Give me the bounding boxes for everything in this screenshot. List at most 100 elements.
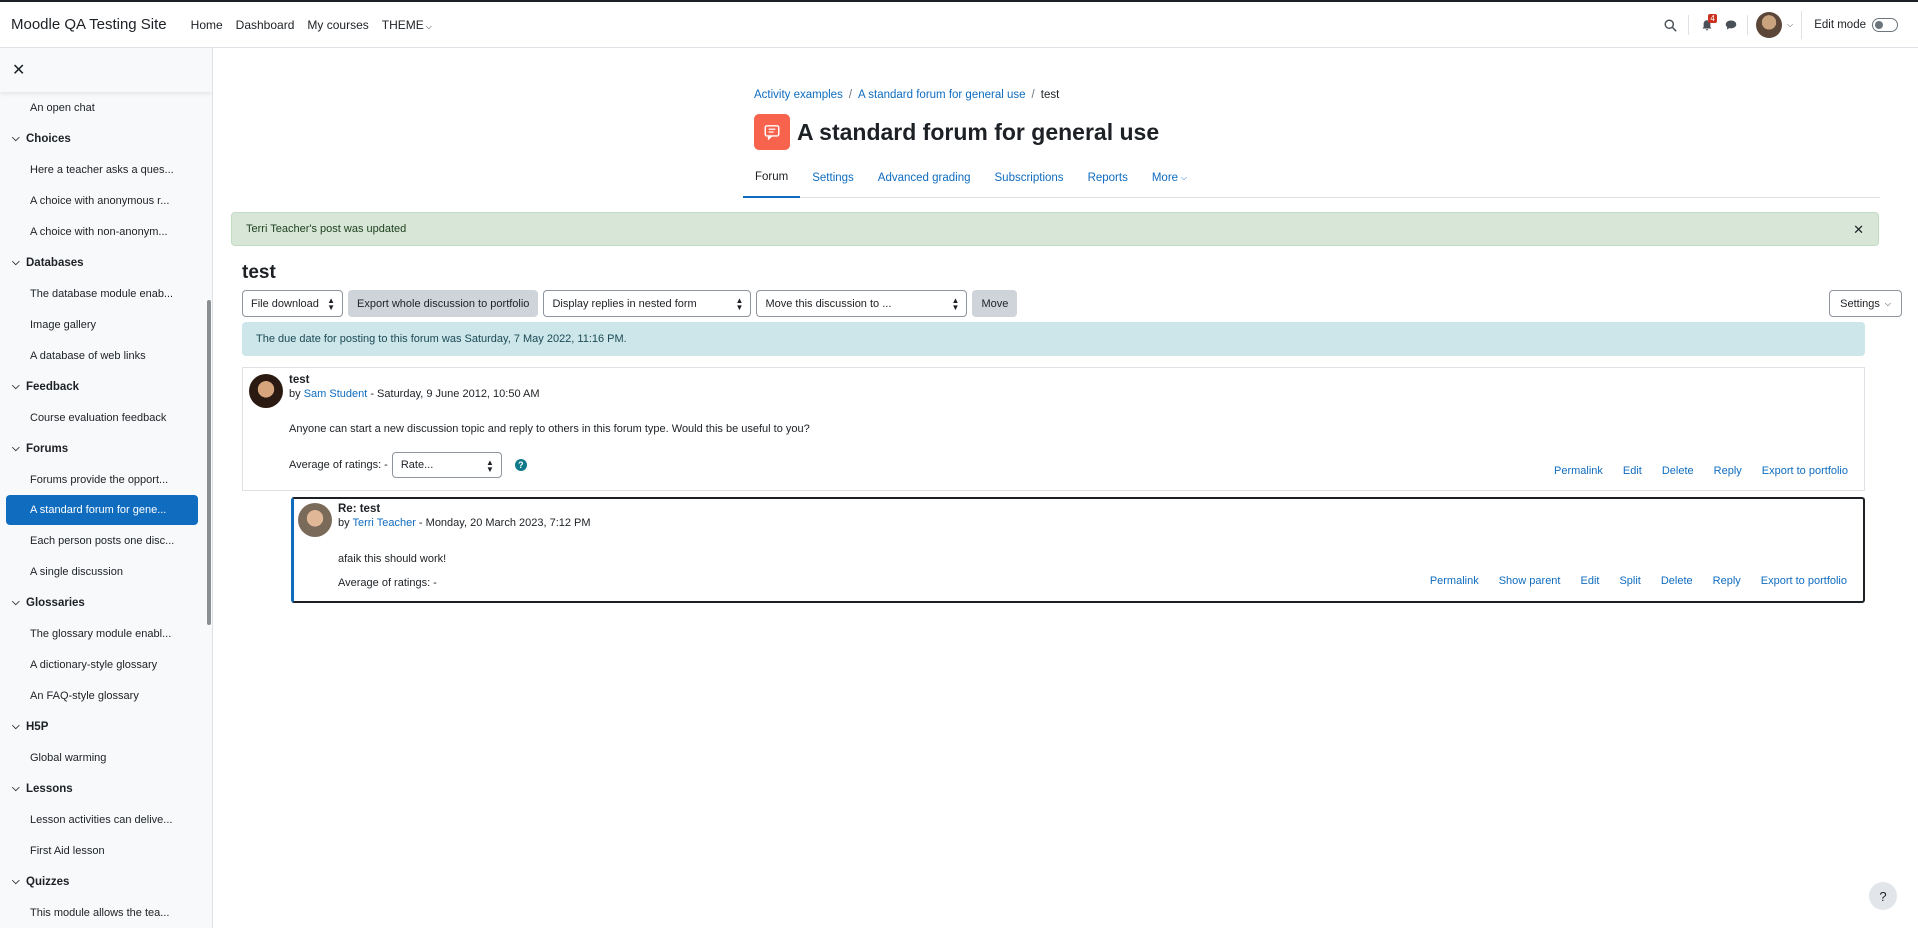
course-activity[interactable]: A choice with non-anonym... (0, 216, 212, 247)
site-name[interactable]: Moodle QA Testing Site (11, 16, 167, 33)
export-portfolio-link[interactable]: Export to portfolio (1762, 465, 1848, 477)
rate-select[interactable]: Rate... ▲ ▼ (391, 452, 502, 478)
course-section[interactable]: ⌵ Glossaries (0, 587, 212, 618)
course-activity[interactable]: Here a teacher asks a ques... (0, 154, 212, 185)
course-activity[interactable]: The database module enab... (0, 278, 212, 309)
export-discussion-button[interactable]: Export whole discussion to portfolio (348, 290, 539, 317)
export-portfolio-link[interactable]: Export to portfolio (1761, 575, 1847, 587)
bell-icon[interactable]: 4 (1695, 13, 1719, 37)
show-parent-link[interactable]: Show parent (1499, 575, 1561, 587)
chevron-down-icon[interactable]: ⌵ (12, 597, 26, 608)
course-activity[interactable]: The glossary module enabl... (0, 618, 212, 649)
nav-my-courses[interactable]: My courses (307, 18, 368, 32)
discussion-toolbar: File download ▲ ▼ Export whole discussion… (242, 290, 1022, 317)
course-activity[interactable]: A dictionary-style glossary (0, 649, 212, 680)
edit-mode-toggle[interactable] (1872, 18, 1898, 32)
breadcrumb-item-activity-examples[interactable]: Activity examples (754, 89, 843, 101)
settings-label: Settings (1840, 297, 1880, 310)
course-activity-active[interactable]: A standard forum for gene... (6, 495, 198, 525)
course-activity[interactable]: A database of web links (0, 340, 212, 371)
search-icon[interactable] (1658, 13, 1682, 37)
author-link[interactable]: Terri Teacher (352, 517, 415, 529)
course-activity[interactable]: A single discussion (0, 556, 212, 587)
course-section-label: H5P (26, 720, 49, 733)
display-mode-select[interactable]: Display replies in nested form ▲ ▼ (543, 290, 752, 317)
course-section-label: Forums (26, 442, 69, 455)
permalink-link[interactable]: Permalink (1430, 575, 1479, 587)
chat-icon[interactable] (1719, 13, 1743, 37)
course-section-label: Databases (26, 256, 84, 269)
chevron-down-icon[interactable]: ⌵ (12, 783, 26, 794)
tab-forum[interactable]: Forum (743, 158, 801, 198)
course-section-label: Quizzes (26, 875, 70, 888)
course-activity[interactable]: Global warming (0, 742, 212, 773)
chevron-down-icon[interactable]: ⌵ (1787, 20, 1793, 30)
tab-settings[interactable]: Settings (800, 158, 866, 198)
nav-home[interactable]: Home (191, 18, 223, 32)
close-icon[interactable]: ✕ (1853, 222, 1864, 238)
author-link[interactable]: Sam Student (304, 388, 368, 400)
chevron-down-icon: ⌵ (425, 21, 432, 31)
delete-link[interactable]: Delete (1661, 575, 1693, 587)
course-activity[interactable]: Image gallery (0, 309, 212, 340)
course-section[interactable]: ⌵ H5P (0, 711, 212, 742)
post-subject: test (289, 374, 310, 386)
move-button[interactable]: Move (972, 290, 1018, 317)
course-activity[interactable]: Lesson activities can delive... (0, 804, 212, 835)
course-section[interactable]: ⌵ Quizzes (0, 866, 212, 897)
course-activity[interactable]: An FAQ-style glossary (0, 680, 212, 711)
tab-subscriptions[interactable]: Subscriptions (983, 158, 1076, 198)
chevron-down-icon[interactable]: ⌵ (12, 133, 26, 144)
forum-post: test by Sam Student - Saturday, 9 June 2… (242, 367, 1865, 491)
course-section[interactable]: ⌵ Choices (0, 123, 212, 154)
top-navbar: Moodle QA Testing Site Home Dashboard My… (0, 0, 1918, 48)
chevron-down-icon[interactable]: ⌵ (12, 721, 26, 732)
move-discussion-select[interactable]: Move this discussion to ... ▲ ▼ (756, 290, 968, 317)
breadcrumb-separator: / (1031, 89, 1035, 101)
nav-dashboard[interactable]: Dashboard (236, 18, 295, 32)
course-activity[interactable]: Course evaluation feedback (0, 402, 212, 433)
course-activity[interactable]: First Aid lesson (0, 835, 212, 866)
edit-link[interactable]: Edit (1623, 465, 1642, 477)
tab-label: Forum (755, 171, 789, 183)
discussion-settings-button[interactable]: Settings ⌵ (1829, 290, 1902, 317)
drawer-scrollbar[interactable] (207, 300, 211, 625)
course-section[interactable]: ⌵ Forums (0, 433, 212, 464)
course-activity[interactable]: Forums provide the opport... (0, 464, 212, 495)
breadcrumb-separator: / (848, 89, 853, 101)
breadcrumb-item-current: test (1040, 89, 1060, 101)
close-icon[interactable]: ✕ (12, 60, 25, 80)
course-activity[interactable]: Each person posts one disc... (0, 525, 212, 556)
breadcrumb-item-forum[interactable]: A standard forum for general use (858, 89, 1026, 101)
file-download-select[interactable]: File download ▲ ▼ (242, 290, 343, 317)
author-avatar[interactable] (298, 503, 332, 537)
nav-theme[interactable]: THEME ⌵ (382, 18, 432, 32)
select-arrows-icon: ▲ ▼ (485, 458, 494, 474)
split-link[interactable]: Split (1619, 575, 1640, 587)
post-actions: Permalink Show parent Edit Split Delete … (1410, 575, 1847, 587)
course-section[interactable]: ⌵ Feedback (0, 371, 212, 402)
course-activity[interactable]: This module allows the tea... (0, 897, 212, 928)
edit-link[interactable]: Edit (1580, 575, 1599, 587)
chevron-down-icon[interactable]: ⌵ (12, 876, 26, 887)
user-avatar[interactable] (1756, 12, 1783, 38)
delete-link[interactable]: Delete (1662, 465, 1694, 477)
select-arrows-icon: ▲ ▼ (735, 296, 744, 312)
tab-more[interactable]: More ⌵ (1140, 158, 1199, 198)
help-icon[interactable]: ? (514, 459, 527, 471)
permalink-link[interactable]: Permalink (1554, 465, 1603, 477)
reply-link[interactable]: Reply (1713, 575, 1741, 587)
course-activity[interactable]: A choice with anonymous r... (0, 185, 212, 216)
chevron-down-icon[interactable]: ⌵ (12, 381, 26, 392)
course-section[interactable]: ⌵ Databases (0, 247, 212, 278)
chevron-down-icon[interactable]: ⌵ (12, 443, 26, 454)
course-section[interactable]: ⌵ Lessons (0, 773, 212, 804)
help-button[interactable]: ? (1869, 882, 1897, 910)
chevron-down-icon[interactable]: ⌵ (12, 257, 26, 268)
tab-advanced-grading[interactable]: Advanced grading (866, 158, 983, 198)
tab-reports[interactable]: Reports (1076, 158, 1140, 198)
reply-link[interactable]: Reply (1714, 465, 1742, 477)
course-activity[interactable]: An open chat (0, 92, 212, 123)
success-alert: Terri Teacher's post was updated ✕ (231, 212, 1879, 246)
author-avatar[interactable] (249, 374, 283, 408)
